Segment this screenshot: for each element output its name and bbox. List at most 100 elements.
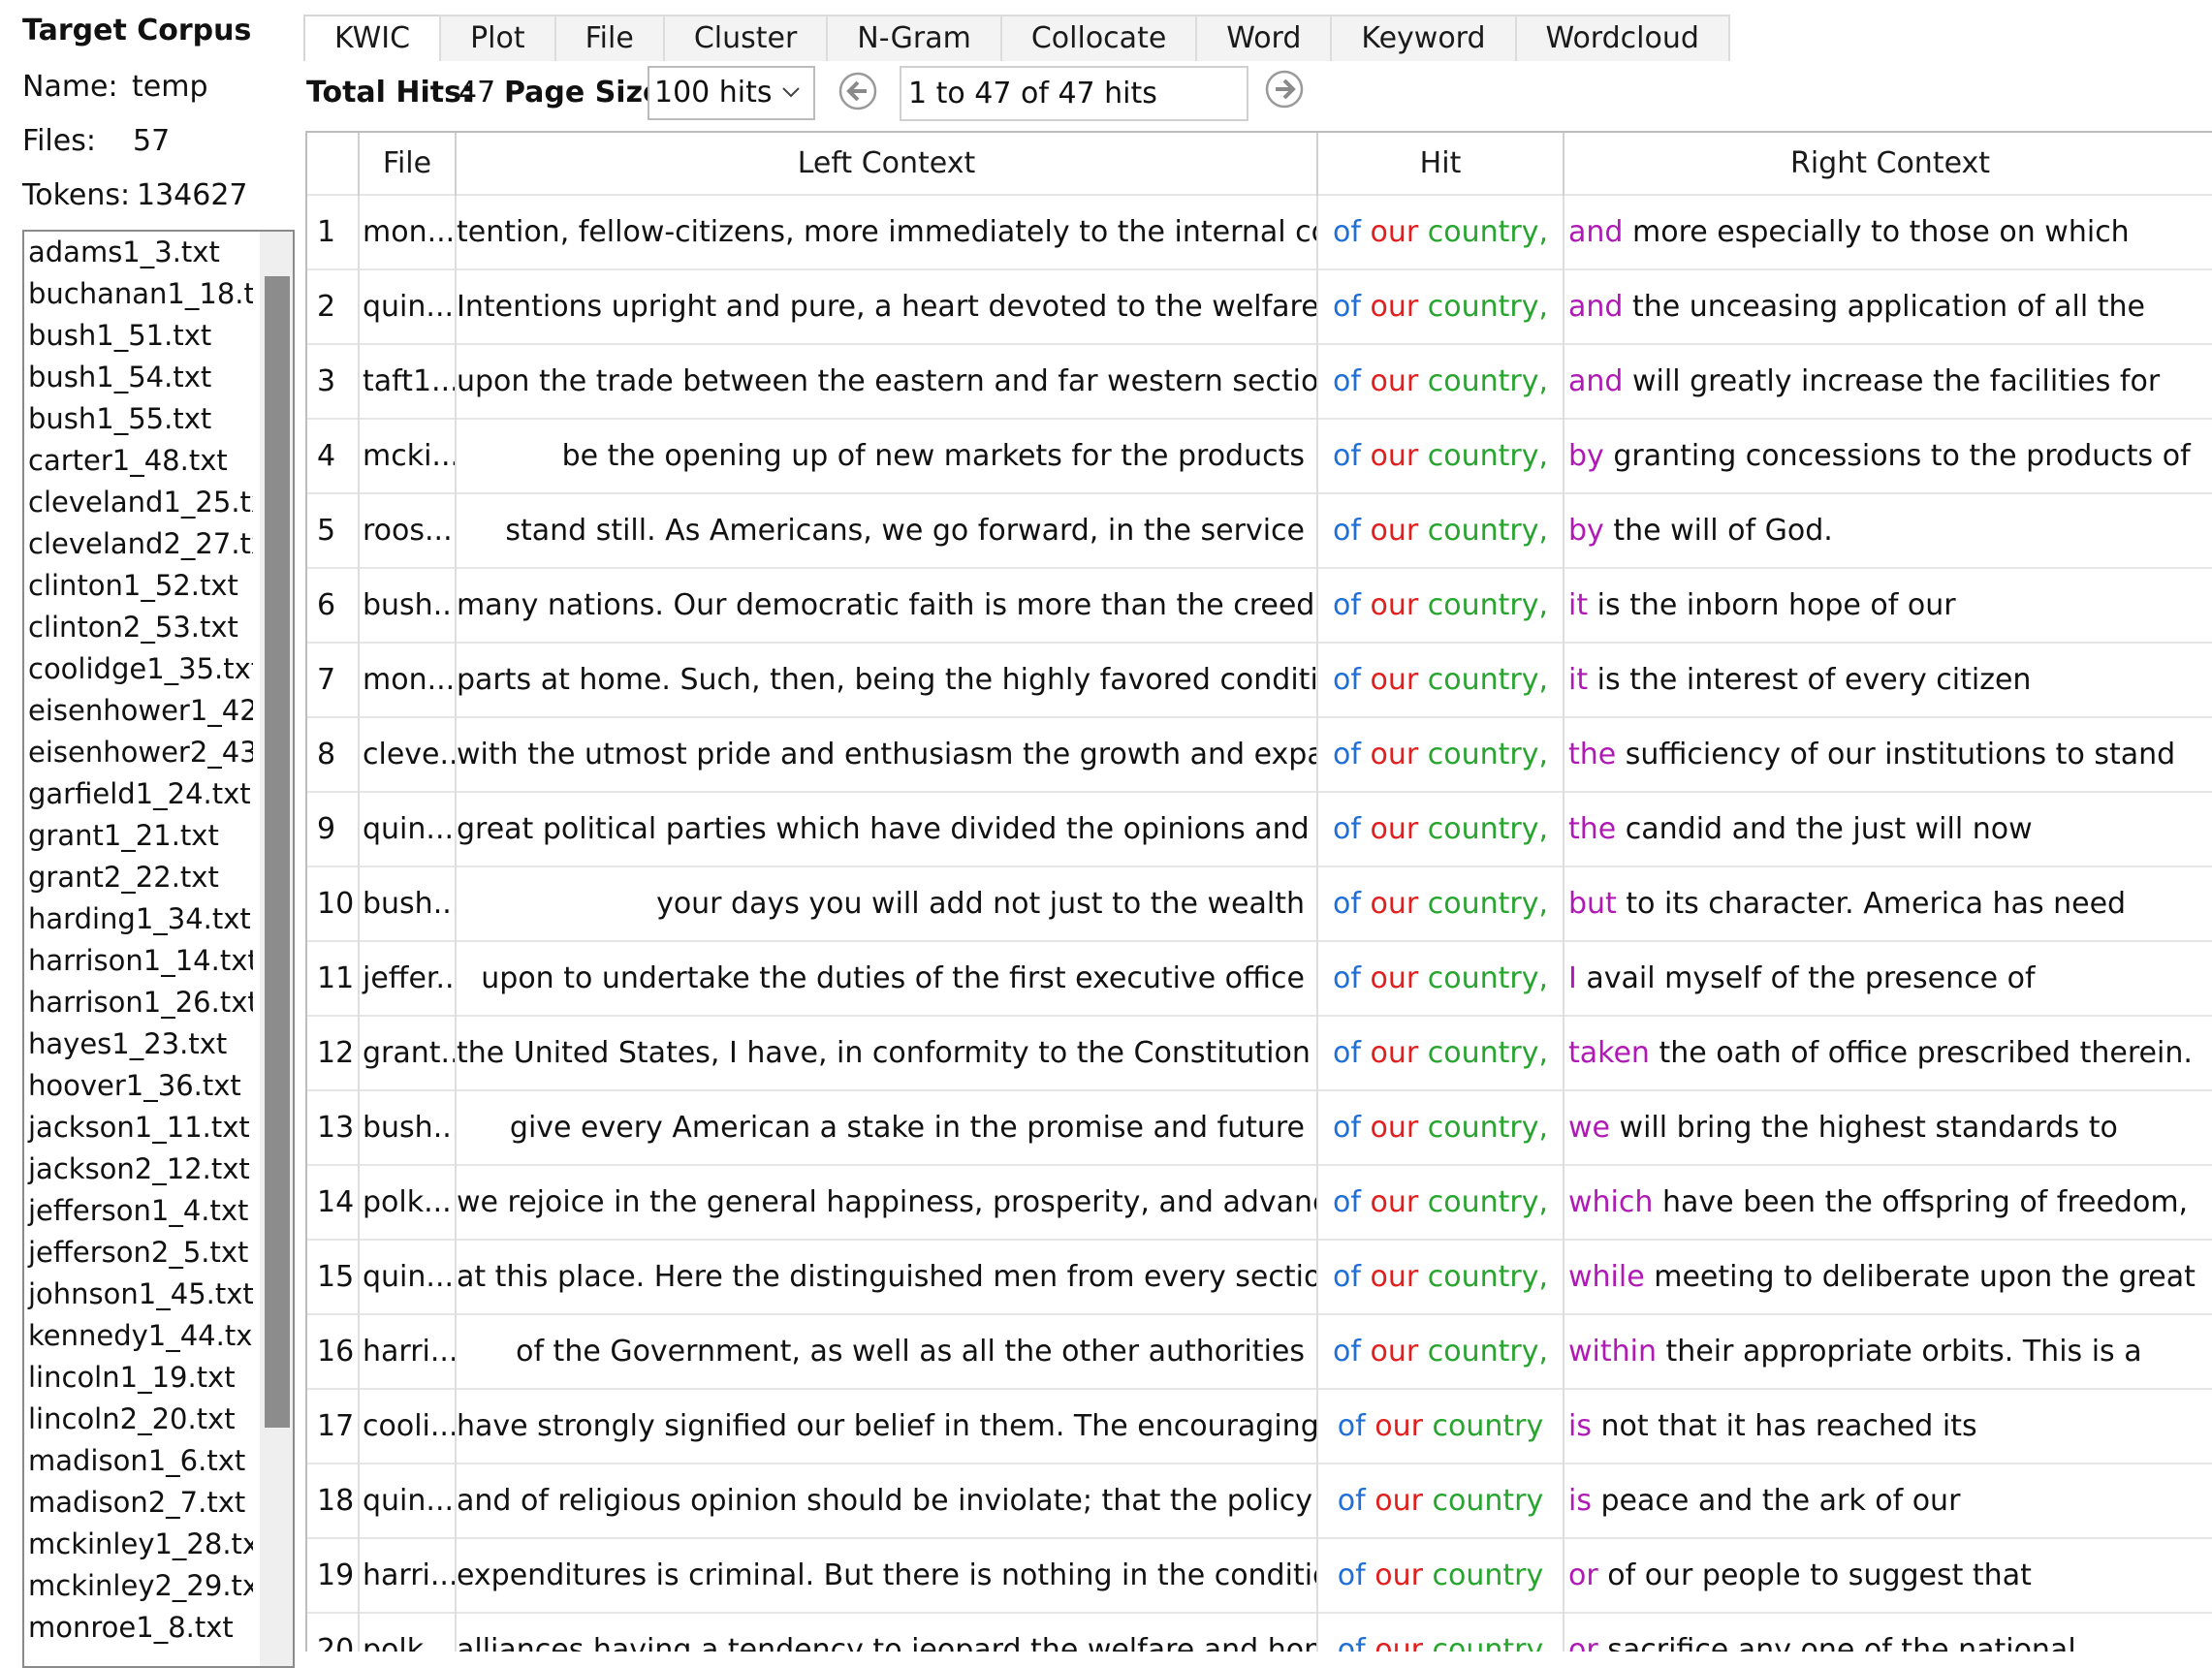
row-hit: of our country, <box>1317 865 1564 941</box>
hit-word: our <box>1370 514 1419 548</box>
table-row[interactable]: 20 polk... alliances having a tendency to … <box>307 1612 2212 1652</box>
next-page-button[interactable] <box>1259 68 1310 118</box>
file-list-item[interactable]: eisenhower1_42.txt <box>24 690 253 732</box>
tab-keyword[interactable]: Keyword <box>1330 15 1517 61</box>
previous-page-button[interactable] <box>833 68 883 118</box>
row-right-context: it is the inborn hope of our <box>1564 567 2212 643</box>
table-row[interactable]: 10 bush... your days you will add not just… <box>307 865 2212 941</box>
file-list-item[interactable]: carter1_48.txt <box>24 440 253 482</box>
file-list-item[interactable]: buchanan1_18.txt <box>24 273 253 315</box>
table-row[interactable]: 7 mon... parts at home. Such, then, being … <box>307 642 2212 717</box>
file-list-item[interactable]: bush1_55.txt <box>24 398 253 440</box>
row-right-context: the sufficiency of our institutions to s… <box>1564 716 2212 792</box>
file-list-item[interactable]: harrison1_14.txt <box>24 940 253 982</box>
file-list-item[interactable]: kennedy1_44.txt <box>24 1315 253 1357</box>
row-hit: of our country, <box>1317 940 1564 1016</box>
file-list-item[interactable]: hoover1_36.txt <box>24 1065 253 1107</box>
file-list-item[interactable]: bush1_51.txt <box>24 315 253 357</box>
column-header-file[interactable]: File <box>359 133 457 195</box>
file-list-item[interactable]: monroe1_8.txt <box>24 1607 253 1649</box>
file-list-item[interactable]: garfield1_24.txt <box>24 773 253 815</box>
file-list-item[interactable]: lincoln1_19.txt <box>24 1357 253 1399</box>
file-list-item[interactable]: clinton2_53.txt <box>24 607 253 648</box>
hit-word: our <box>1375 1633 1423 1652</box>
file-list-item[interactable]: mckinley1_28.txt <box>24 1524 253 1565</box>
table-row[interactable]: 1 mon... tention, fellow-citizens, more im… <box>307 194 2212 269</box>
table-row[interactable]: 17 cooli... have strongly signified our be… <box>307 1388 2212 1463</box>
column-header-number[interactable] <box>307 133 360 195</box>
hit-word: of <box>1337 1558 1366 1592</box>
table-row[interactable]: 13 bush... give every American a stake in … <box>307 1089 2212 1165</box>
row-file: grant... <box>359 1015 457 1090</box>
right-context-rest: to its character. America has need <box>1616 887 2127 921</box>
tab-cluster[interactable]: Cluster <box>662 15 829 61</box>
right-first-word: or <box>1568 1558 1598 1592</box>
row-file: mon... <box>359 194 457 269</box>
tab-plot[interactable]: Plot <box>439 15 556 61</box>
file-list-scroll-thumb[interactable] <box>265 276 290 1428</box>
table-row[interactable]: 3 taft1... upon the trade between the east… <box>307 343 2212 419</box>
table-row[interactable]: 9 quin... great political parties which ha… <box>307 791 2212 866</box>
file-list-item[interactable]: jefferson1_4.txt <box>24 1190 253 1232</box>
file-list-item[interactable]: lincoln2_20.txt <box>24 1399 253 1440</box>
hit-word: of <box>1333 439 1361 473</box>
hit-word: country, <box>1427 887 1548 921</box>
file-list-item[interactable]: grant2_22.txt <box>24 857 253 898</box>
page-range-field[interactable]: 1 to 47 of 47 hits <box>900 66 1248 121</box>
file-list-item[interactable]: jackson1_11.txt <box>24 1107 253 1149</box>
file-list-item[interactable]: grant1_21.txt <box>24 815 253 857</box>
hit-word: of <box>1333 1185 1361 1219</box>
table-row[interactable]: 18 quin... and of religious opinion should… <box>307 1463 2212 1538</box>
file-list-item[interactable]: harding1_34.txt <box>24 898 253 940</box>
file-list-item[interactable]: madison1_6.txt <box>24 1440 253 1482</box>
tab-wordcloud[interactable]: Wordcloud <box>1514 15 1730 61</box>
file-list-item[interactable]: cleveland2_27.txt <box>24 523 253 565</box>
table-row[interactable]: 16 harri... of the Government, as well as … <box>307 1313 2212 1389</box>
row-left-context: at this place. Here the distinguished me… <box>456 1239 1318 1314</box>
file-list-item[interactable]: mckinley2_29.txt <box>24 1565 253 1607</box>
file-list-item[interactable]: jackson2_12.txt <box>24 1149 253 1190</box>
row-number: 19 <box>307 1537 360 1613</box>
tab-n-gram[interactable]: N-Gram <box>826 15 1002 61</box>
file-list-item[interactable]: cleveland1_25.txt <box>24 482 253 523</box>
table-row[interactable]: 8cleve...with the utmost pride and enthu… <box>307 716 2212 792</box>
file-list-scrollbar[interactable] <box>260 232 293 1666</box>
file-list-item[interactable]: bush1_54.txt <box>24 357 253 398</box>
row-number: 4 <box>307 418 360 493</box>
file-list-item[interactable]: jefferson2_5.txt <box>24 1232 253 1274</box>
column-header-hit[interactable]: Hit <box>1317 133 1564 195</box>
file-list-items: adams1_3.txtbuchanan1_18.txtbush1_51.txt… <box>24 232 293 1649</box>
file-list-item[interactable]: eisenhower2_43.txt <box>24 732 253 773</box>
tab-kwic[interactable]: KWIC <box>303 15 442 61</box>
table-row[interactable]: 6 bush... many nations. Our democratic fai… <box>307 567 2212 643</box>
file-list-item[interactable]: clinton1_52.txt <box>24 565 253 607</box>
right-context-rest: is the inborn hope of our <box>1588 588 1956 622</box>
file-list-item[interactable]: adams1_3.txt <box>24 232 253 273</box>
file-list-item[interactable]: harrison1_26.txt <box>24 982 253 1023</box>
total-hits-value: 47 <box>458 76 496 110</box>
tab-word[interactable]: Word <box>1195 15 1333 61</box>
table-row[interactable]: 14 polk... we rejoice in the general happi… <box>307 1164 2212 1240</box>
tab-file[interactable]: File <box>553 15 665 61</box>
table-row[interactable]: 11 jeffer... upon to undertake the duties … <box>307 940 2212 1016</box>
table-row[interactable]: 19 harri... expenditures is criminal. But … <box>307 1537 2212 1613</box>
page-size-select[interactable]: 100 hits <box>648 66 815 120</box>
hit-word: of <box>1333 215 1361 249</box>
table-row[interactable]: 12grant...the United States, I have, in … <box>307 1015 2212 1090</box>
table-row[interactable]: 15 quin... at this place. Here the disting… <box>307 1239 2212 1314</box>
file-list-item[interactable]: coolidge1_35.txt <box>24 648 253 690</box>
row-file: quin... <box>359 1239 457 1314</box>
column-header-left-context[interactable]: Left Context <box>456 133 1318 195</box>
right-context-rest: not that it has reached its <box>1591 1409 1977 1443</box>
file-list-item[interactable]: madison2_7.txt <box>24 1482 253 1524</box>
row-hit: of our country, <box>1317 418 1564 493</box>
table-row[interactable]: 4 mcki... be the opening up of new markets… <box>307 418 2212 493</box>
corpus-file-list[interactable]: adams1_3.txtbuchanan1_18.txtbush1_51.txt… <box>22 230 295 1668</box>
tab-collocate[interactable]: Collocate <box>999 15 1198 61</box>
column-header-right-context[interactable]: Right Context <box>1564 133 2212 195</box>
table-row[interactable]: 2 quin... Intentions upright and pure, a h… <box>307 268 2212 344</box>
file-list-item[interactable]: johnson1_45.txt <box>24 1274 253 1315</box>
file-list-item[interactable]: hayes1_23.txt <box>24 1023 253 1065</box>
hit-word: of <box>1333 961 1361 995</box>
table-row[interactable]: 5 roos... stand still. As Americans, we go… <box>307 492 2212 568</box>
